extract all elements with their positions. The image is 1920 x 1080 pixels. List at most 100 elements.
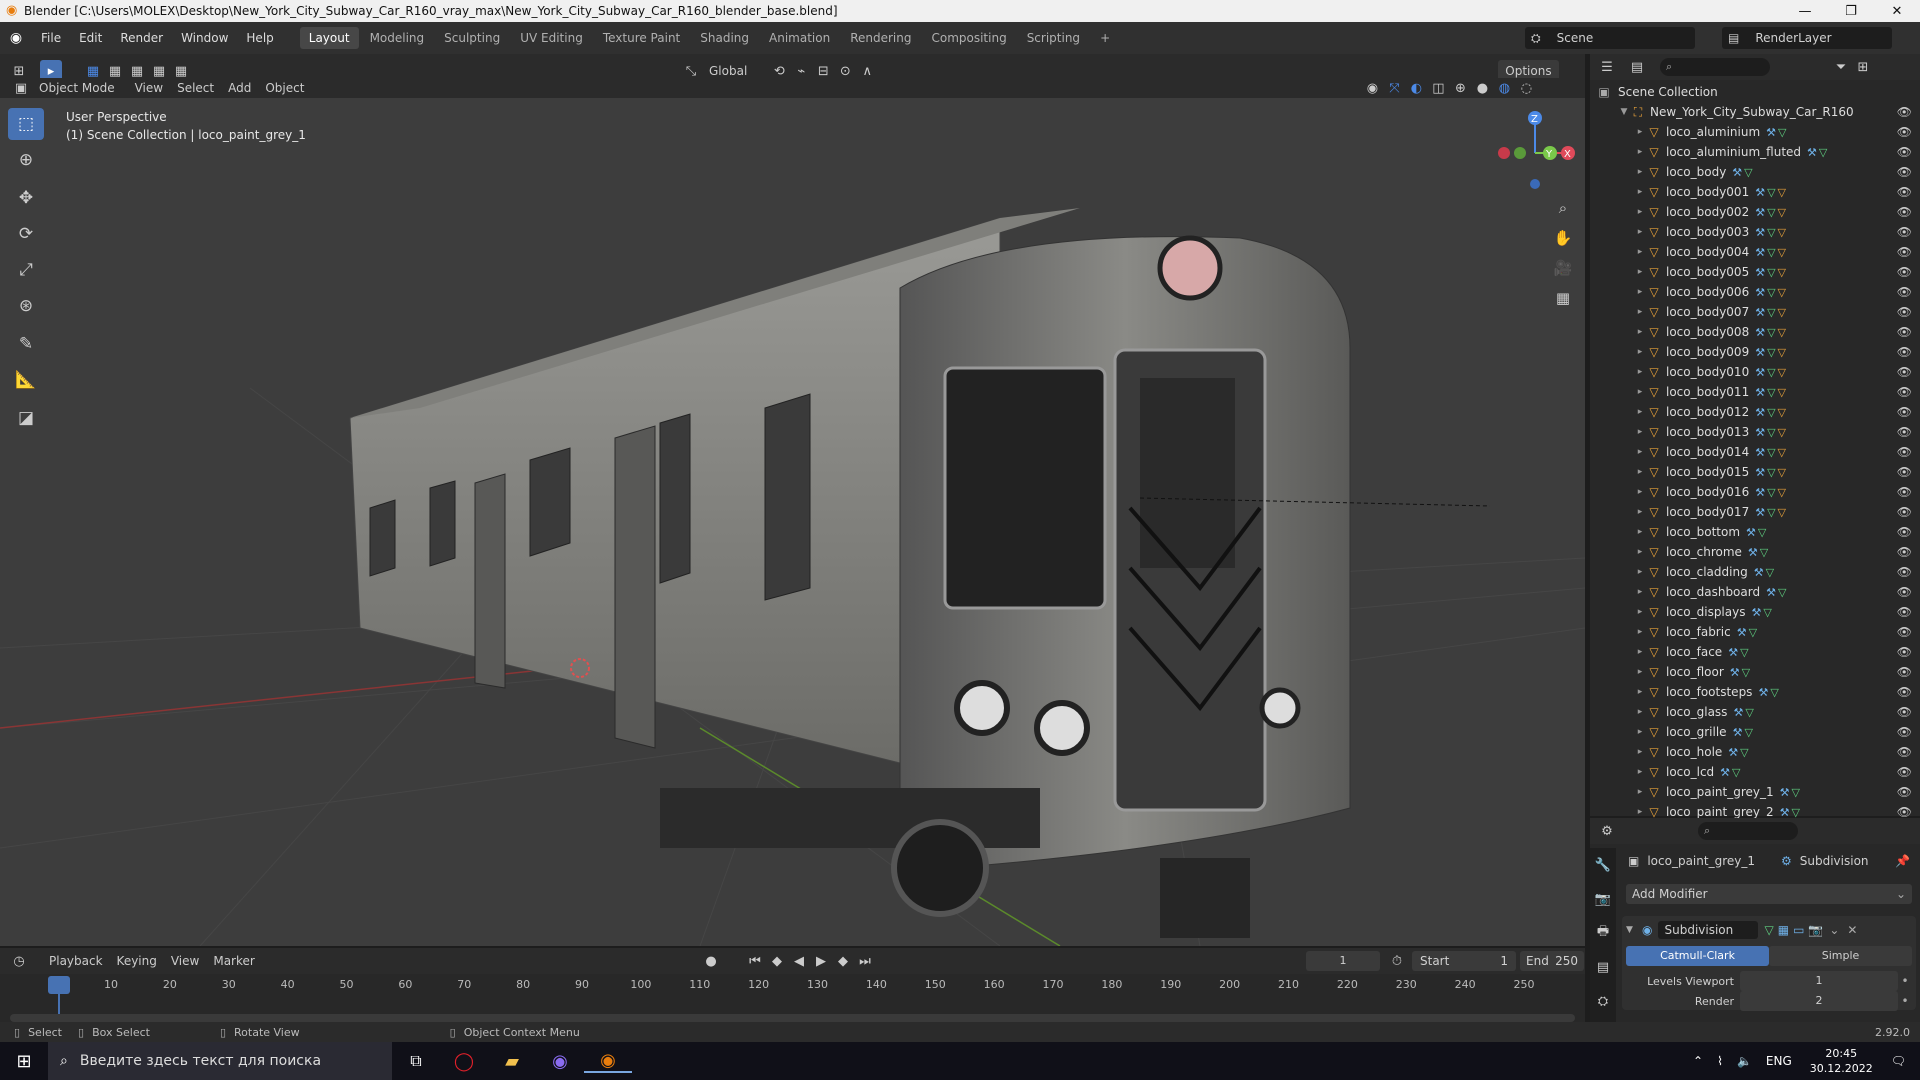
notifications-icon[interactable]: 🗨 [1891, 1054, 1906, 1068]
overlay-toggle-icon[interactable]: ◐ [1405, 77, 1427, 99]
annotate-icon[interactable]: ✎ [8, 328, 44, 360]
eye-icon[interactable]: 👁 [1897, 525, 1912, 539]
eye-icon[interactable]: 👁 [1897, 605, 1912, 619]
outliner-item[interactable]: ▸ ▽ loco_body008 ⚒▽▽ 👁 [1590, 322, 1920, 342]
outliner-item[interactable]: ▸ ▽ loco_body015 ⚒▽▽ 👁 [1590, 462, 1920, 482]
outliner-item[interactable]: ▸ ▽ loco_body ⚒▽ 👁 [1590, 162, 1920, 182]
jump-end-icon[interactable]: ⏭ [854, 950, 876, 972]
expand-icon[interactable]: ▸ [1634, 527, 1646, 537]
eye-icon[interactable]: 👁 [1897, 585, 1912, 599]
eye-icon[interactable]: 👁 [1897, 365, 1912, 379]
visibility-icon[interactable]: ◉ [1361, 77, 1383, 99]
output-tab-icon[interactable]: 🖶 [1592, 922, 1614, 944]
outliner-item[interactable]: ▸ ▽ loco_footsteps ⚒▽ 👁 [1590, 682, 1920, 702]
expand-icon[interactable]: ▸ [1634, 367, 1646, 377]
eye-icon[interactable]: 👁 [1897, 285, 1912, 299]
simple-option[interactable]: Simple [1769, 946, 1912, 966]
playback-menu[interactable]: Playback [42, 950, 110, 972]
scene-tab-icon[interactable]: ⛭ [1592, 990, 1614, 1012]
material-shading-icon[interactable]: ◍ [1493, 77, 1515, 99]
expand-icon[interactable]: ▸ [1634, 667, 1646, 677]
eye-icon[interactable]: 👁 [1897, 445, 1912, 459]
eye-icon[interactable]: 👁 [1897, 685, 1912, 699]
rotate-icon[interactable]: ⟳ [8, 218, 44, 250]
expand-icon[interactable]: ▸ [1634, 447, 1646, 457]
windows-start-icon[interactable]: ⊞ [0, 1051, 48, 1072]
grid-view-icon[interactable]: ▦ [1550, 285, 1576, 311]
tool-tab-icon[interactable]: 🔧 [1592, 854, 1614, 876]
keying-menu[interactable]: Keying [110, 950, 164, 972]
expand-icon[interactable]: ▸ [1634, 147, 1646, 157]
expand-icon[interactable]: ▸ [1634, 507, 1646, 517]
outliner-item[interactable]: ▸ ▽ loco_paint_grey_1 ⚒▽ 👁 [1590, 782, 1920, 802]
outliner-search[interactable]: ⌕ [1660, 58, 1770, 76]
outliner-item[interactable]: ▸ ▽ loco_body017 ⚒▽▽ 👁 [1590, 502, 1920, 522]
expand-icon[interactable]: ▸ [1634, 807, 1646, 817]
menu-help[interactable]: Help [237, 22, 282, 54]
eye-icon[interactable]: 👁 [1897, 305, 1912, 319]
eye-icon[interactable]: 👁 [1897, 545, 1912, 559]
close-button[interactable]: ✕ [1874, 0, 1920, 22]
select-menu[interactable]: Select [170, 77, 221, 99]
display-mode-icon[interactable]: ▤ [1626, 56, 1648, 78]
eye-icon[interactable]: 👁 [1897, 465, 1912, 479]
play-reverse-icon[interactable]: ◀ [788, 950, 810, 972]
3d-viewport[interactable] [0, 88, 1585, 946]
eye-icon[interactable]: 👁 [1897, 125, 1912, 139]
outliner-item[interactable]: ▸ ▽ loco_aluminium ⚒▽ 👁 [1590, 122, 1920, 142]
outliner-root[interactable]: ▣ Scene Collection [1590, 82, 1920, 102]
timeline-ruler[interactable]: 1102030405060708090100110120130140150160… [0, 978, 1585, 998]
tab-texture-paint[interactable]: Texture Paint [594, 27, 689, 49]
outliner-item[interactable]: ▸ ▽ loco_body002 ⚒▽▽ 👁 [1590, 202, 1920, 222]
keyframe-dot-icon[interactable]: • [1898, 994, 1912, 1008]
gizmo-neg-y[interactable] [1514, 147, 1526, 159]
viewport-toggle-icon[interactable]: ▭ [1793, 923, 1804, 937]
zoom-icon[interactable]: ⌕ [1550, 195, 1576, 221]
collapse-icon[interactable]: ▼ [1618, 107, 1630, 117]
eye-icon[interactable]: 👁 [1897, 705, 1912, 719]
eye-icon[interactable]: 👁 [1897, 645, 1912, 659]
new-collection-icon[interactable]: ⊞ [1852, 56, 1874, 78]
eye-icon[interactable]: 👁 [1897, 805, 1912, 819]
outliner-item[interactable]: ▸ ▽ loco_body014 ⚒▽▽ 👁 [1590, 442, 1920, 462]
expand-icon[interactable]: ▸ [1634, 427, 1646, 437]
language-indicator[interactable]: ENG [1766, 1054, 1792, 1068]
expand-icon[interactable]: ▸ [1634, 327, 1646, 337]
outliner-item[interactable]: ▸ ▽ loco_cladding ⚒▽ 👁 [1590, 562, 1920, 582]
solid-shading-icon[interactable]: ● [1471, 77, 1493, 99]
render-levels-field[interactable]: 2 [1740, 991, 1898, 1011]
outliner-item[interactable]: ▸ ▽ loco_fabric ⚒▽ 👁 [1590, 622, 1920, 642]
blender-menu-icon[interactable]: ◉ [0, 30, 32, 46]
xray-icon[interactable]: ◫ [1427, 77, 1449, 99]
tab-layout[interactable]: Layout [299, 27, 359, 49]
filter-icon[interactable]: ⏷ [1830, 56, 1852, 78]
outliner-item[interactable]: ▸ ▽ loco_body006 ⚒▽▽ 👁 [1590, 282, 1920, 302]
outliner-item[interactable]: ▸ ▽ loco_body003 ⚒▽▽ 👁 [1590, 222, 1920, 242]
eye-icon[interactable]: 👁 [1897, 345, 1912, 359]
tab-compositing[interactable]: Compositing [922, 27, 1015, 49]
camera-icon[interactable]: 🎥 [1550, 255, 1576, 281]
outliner-item[interactable]: ▸ ▽ loco_chrome ⚒▽ 👁 [1590, 542, 1920, 562]
eye-icon[interactable]: 👁 [1897, 225, 1912, 239]
task-view-icon[interactable]: ⧉ [392, 1051, 440, 1071]
eye-icon[interactable]: 👁 [1897, 625, 1912, 639]
outliner-item[interactable]: ▸ ▽ loco_hole ⚒▽ 👁 [1590, 742, 1920, 762]
end-frame-field[interactable]: End 250 [1520, 951, 1584, 971]
taskbar-search[interactable]: ⌕ Введите здесь текст для поиска [48, 1042, 392, 1080]
outliner-item[interactable]: ▸ ▽ loco_body012 ⚒▽▽ 👁 [1590, 402, 1920, 422]
outliner-item[interactable]: ▸ ▽ loco_body004 ⚒▽▽ 👁 [1590, 242, 1920, 262]
modifier-name-field[interactable]: Subdivision [1658, 921, 1759, 939]
current-frame-field[interactable]: 1 [1306, 951, 1380, 971]
maximize-button[interactable]: ❐ [1828, 0, 1874, 22]
menu-render[interactable]: Render [111, 22, 172, 54]
eye-icon[interactable]: 👁 [1897, 105, 1912, 119]
eye-icon[interactable]: 👁 [1897, 265, 1912, 279]
record-icon[interactable]: ● [700, 950, 722, 972]
move-icon[interactable]: ✥ [8, 182, 44, 214]
marker-menu[interactable]: Marker [206, 950, 261, 972]
tray-chevron-icon[interactable]: ⌃ [1693, 1054, 1703, 1068]
expand-icon[interactable]: ▸ [1634, 647, 1646, 657]
select-box-icon[interactable]: ⬚ [8, 108, 44, 140]
eye-icon[interactable]: 👁 [1897, 485, 1912, 499]
catmull-clark-option[interactable]: Catmull-Clark [1626, 946, 1769, 966]
